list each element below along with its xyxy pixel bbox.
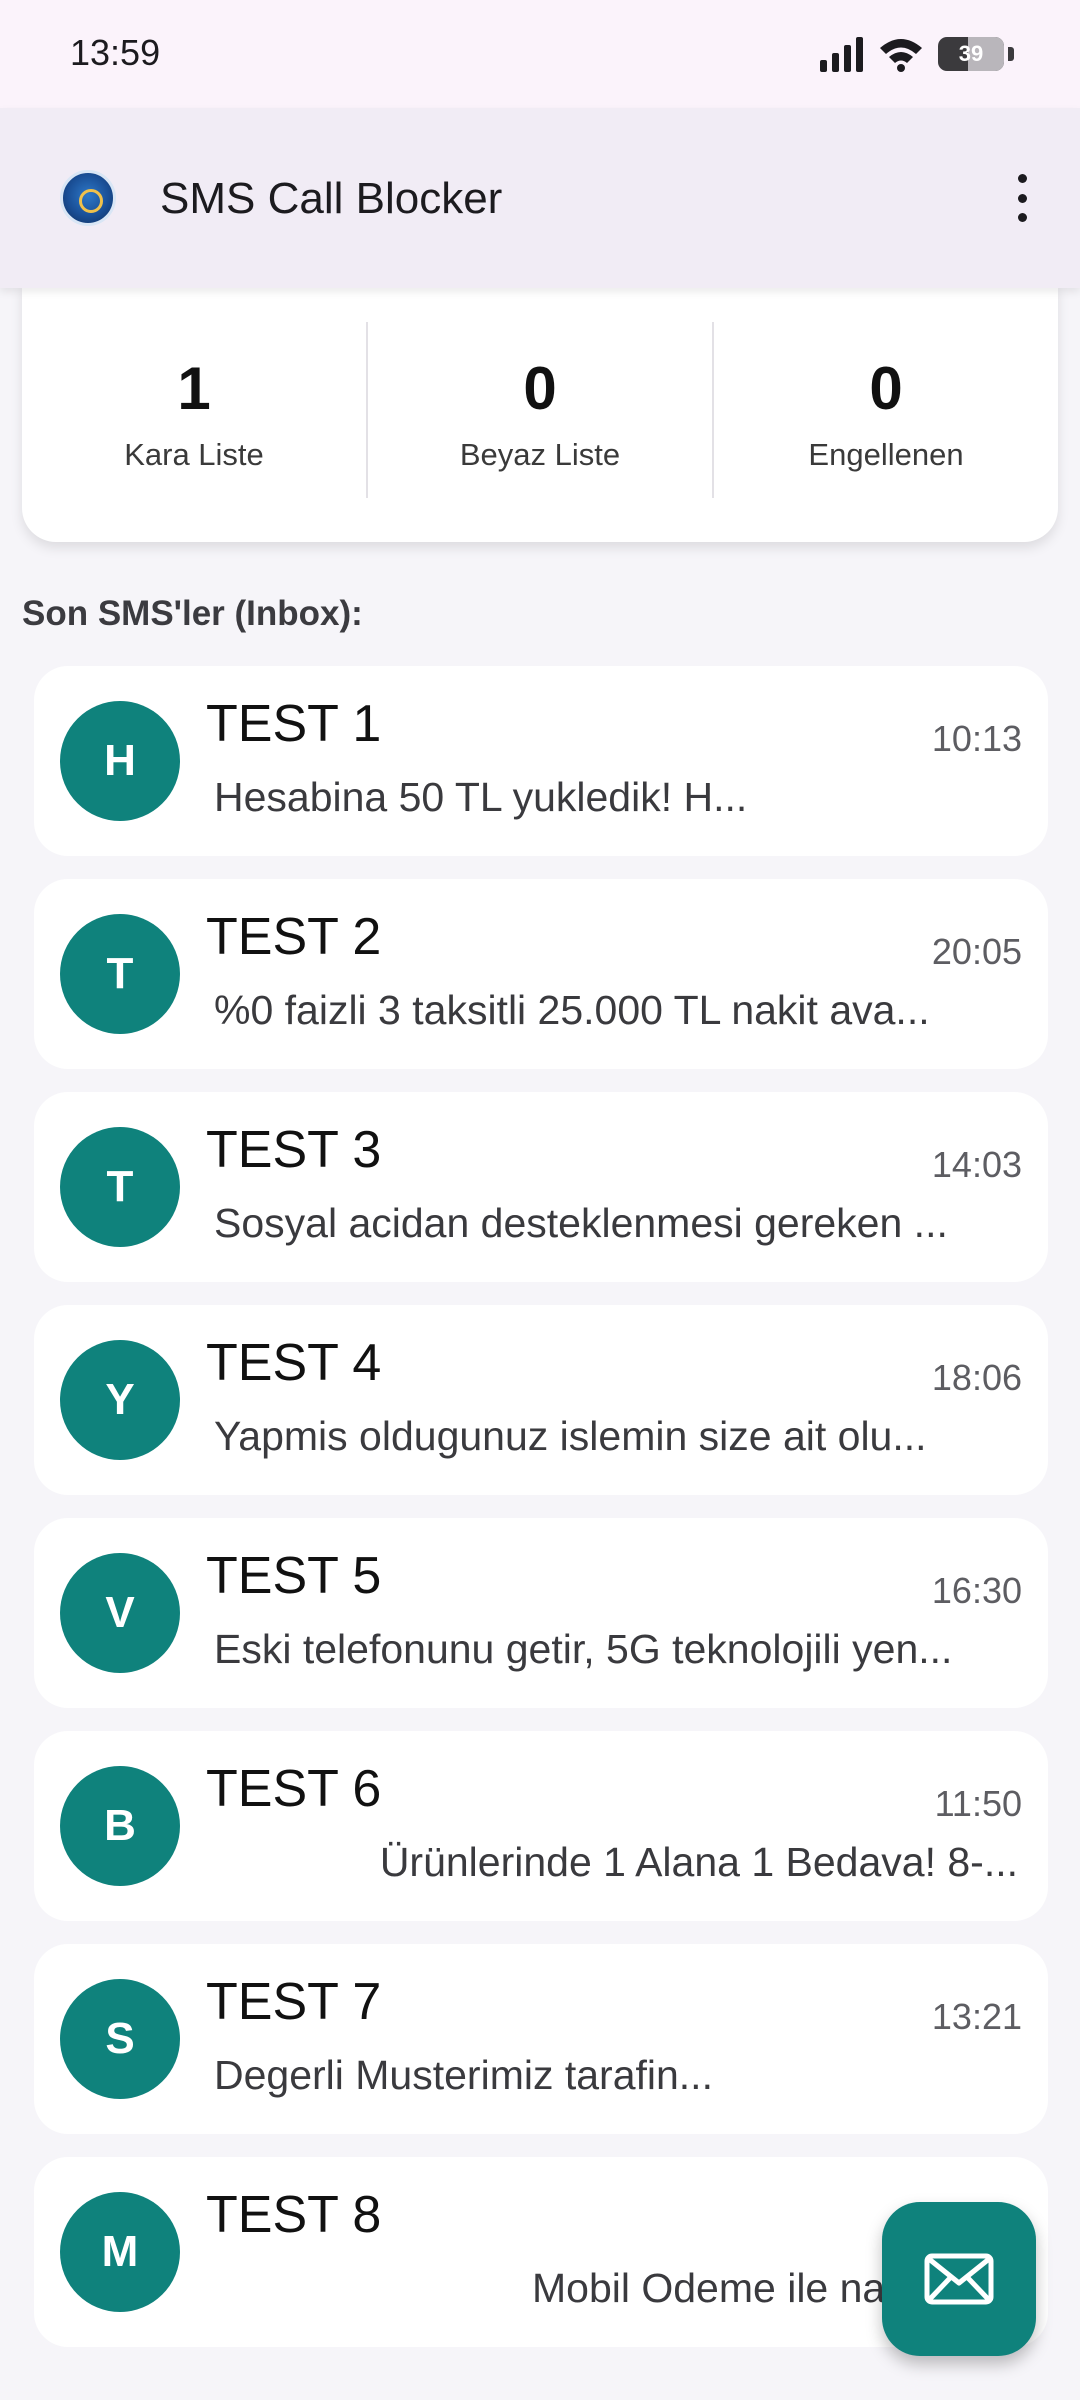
sms-preview: Sosyal acidan desteklenmesi gereken ... (214, 1200, 948, 1246)
stat-value: 0 (869, 355, 903, 422)
sms-sender: TEST 2 (206, 908, 382, 966)
avatar: B (60, 1766, 180, 1886)
sms-time: 13:21 (931, 1996, 1022, 2037)
sms-sender: TEST 6 (206, 1760, 382, 1818)
battery-level: 39 (958, 41, 984, 66)
sms-preview: Yapmis oldugunuz islemin size ait olu... (214, 1413, 927, 1459)
app-bar: SMS Call Blocker (0, 108, 1080, 288)
status-time: 13:59 (70, 32, 161, 73)
avatar: H (60, 701, 180, 821)
sms-list: H TEST 1 10:13 Hesabina 50 TL yukledik! … (34, 666, 1048, 2370)
more-options-icon[interactable] (1010, 174, 1034, 222)
sms-time: 11:50 (934, 1783, 1022, 1824)
sms-preview: %0 faizli 3 taksitli 25.000 TL nakit ava… (214, 987, 930, 1033)
stats-card: 1 Kara Liste 0 Beyaz Liste 0 Engellenen (22, 282, 1058, 542)
sms-item[interactable]: T TEST 2 20:05 %0 faizli 3 taksitli 25.0… (34, 879, 1048, 1069)
sms-preview: Ürünlerinde 1 Alana 1 Bedava! 8-... (379, 1839, 1018, 1885)
avatar: V (60, 1553, 180, 1673)
sms-sender: TEST 4 (206, 1334, 382, 1392)
stat-label: Beyaz Liste (459, 437, 621, 472)
stat-value: 1 (177, 355, 211, 422)
app-logo-icon (60, 170, 116, 226)
sms-sender: TEST 5 (206, 1547, 382, 1605)
sms-sender: TEST 1 (206, 695, 382, 753)
avatar: T (60, 914, 180, 1034)
wifi-icon (880, 39, 922, 72)
mail-icon (924, 2253, 994, 2305)
sms-time: 18:06 (931, 1357, 1022, 1398)
stat-whitelist[interactable]: 0 Beyaz Liste (368, 282, 712, 542)
avatar: T (60, 1127, 180, 1247)
sms-sender: TEST 7 (206, 1973, 382, 2031)
avatar: Y (60, 1340, 180, 1460)
sms-time: 20:05 (931, 931, 1022, 972)
avatar: S (60, 1979, 180, 2099)
sms-preview: Hesabina 50 TL yukledik! H... (214, 774, 748, 820)
stat-label: Engellenen (808, 437, 964, 472)
sms-item[interactable]: H TEST 1 10:13 Hesabina 50 TL yukledik! … (34, 666, 1048, 856)
signal-icon (820, 37, 863, 72)
sms-time: 14:03 (931, 1144, 1022, 1185)
section-title: Son SMS'ler (Inbox): (22, 594, 363, 633)
sms-item[interactable]: B TEST 6 11:50 Ürünlerinde 1 Alana 1 Bed… (34, 1731, 1048, 1921)
stat-blocked[interactable]: 0 Engellenen (714, 282, 1058, 542)
sms-preview: Eski telefonunu getir, 5G teknolojili ye… (214, 1626, 953, 1672)
stat-blacklist[interactable]: 1 Kara Liste (22, 282, 366, 542)
status-bar: 13:59 39 (0, 0, 1080, 108)
sms-time: 16:30 (931, 1570, 1022, 1611)
sms-time: 10:13 (931, 718, 1022, 759)
app-title: SMS Call Blocker (160, 174, 503, 223)
stat-label: Kara Liste (124, 437, 264, 472)
sms-item[interactable]: T TEST 3 14:03 Sosyal acidan desteklenme… (34, 1092, 1048, 1282)
status-icons: 39 (820, 34, 1014, 74)
avatar: M (60, 2192, 180, 2312)
sms-preview: Degerli Musterimiz tarafin... (214, 2052, 713, 2098)
compose-sms-button[interactable] (882, 2202, 1036, 2356)
sms-sender: TEST 3 (206, 1121, 382, 1179)
battery-icon: 39 (938, 37, 1004, 71)
sms-item[interactable]: Y TEST 4 18:06 Yapmis oldugunuz islemin … (34, 1305, 1048, 1495)
sms-sender: TEST 8 (206, 2186, 382, 2244)
sms-preview: Mobil Odeme ile na (532, 2265, 886, 2311)
sms-item[interactable]: V TEST 5 16:30 Eski telefonunu getir, 5G… (34, 1518, 1048, 1708)
stat-value: 0 (523, 355, 557, 422)
sms-item[interactable]: S TEST 7 13:21 Degerli Musterimiz tarafi… (34, 1944, 1048, 2134)
